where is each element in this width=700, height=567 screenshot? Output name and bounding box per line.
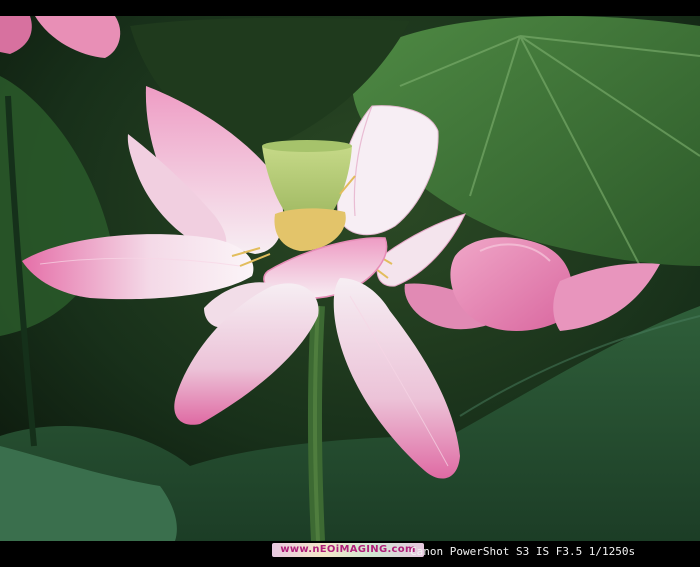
lotus-photo [0,16,700,541]
watermark-logo: www.nEOiMAGING.com [272,543,424,557]
caption-bar: www.nEOiMAGING.com Canon PowerShot S3 IS… [0,541,700,567]
watermark-text: www.nEOiMAGING.com [280,544,416,555]
seed-pod-top [262,140,352,152]
camera-exif-text: Canon PowerShot S3 IS F3.5 1/1250s [410,545,636,558]
lotus-photo-canvas [0,16,700,541]
